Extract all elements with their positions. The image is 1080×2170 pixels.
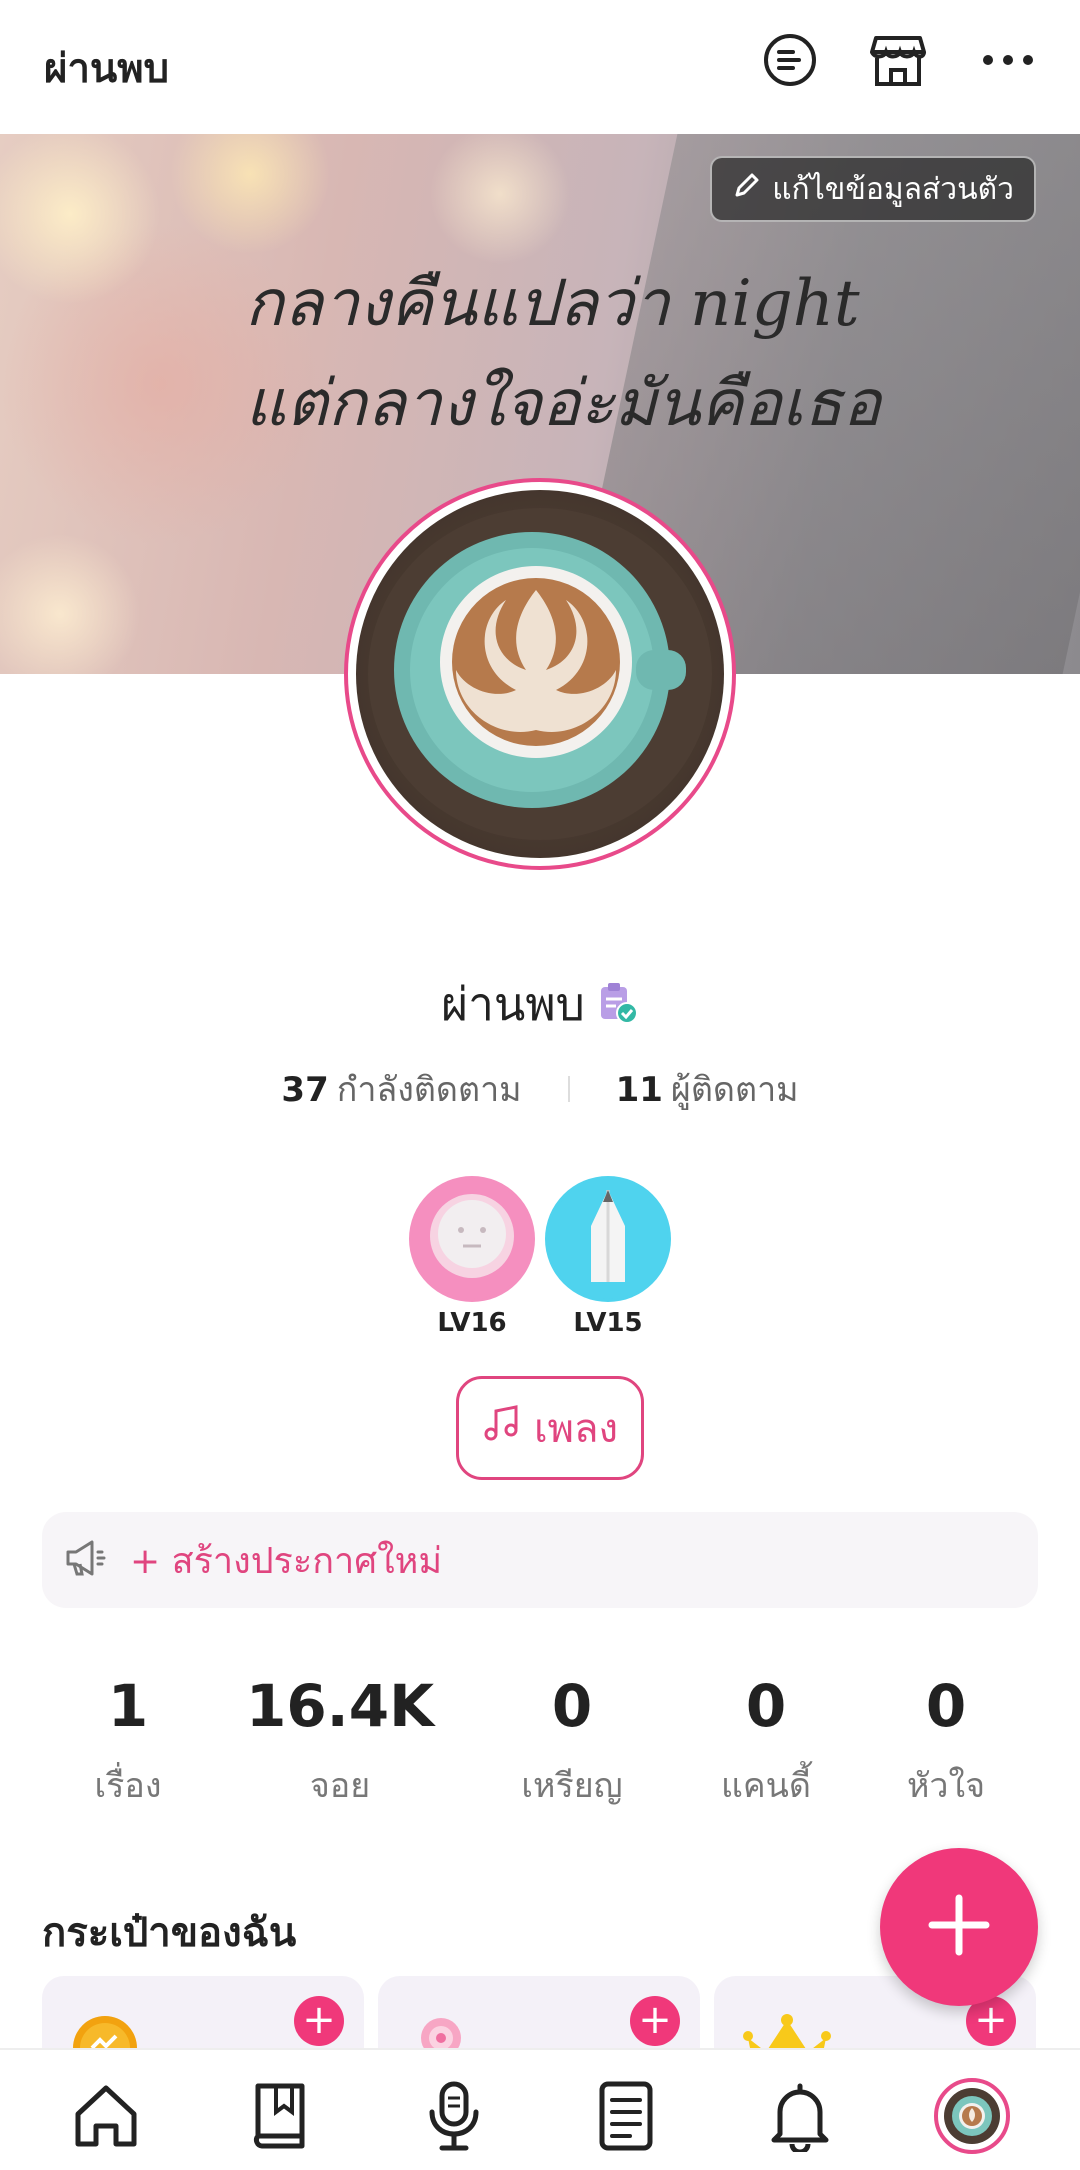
add-candy-button[interactable]: + [630, 1996, 680, 2046]
page-title: ผ่านพบ [44, 46, 169, 92]
follow-divider [567, 1076, 570, 1102]
stat-candy[interactable]: 0 แคนดี้ [666, 1672, 866, 1812]
stat-value: 0 [925, 1672, 967, 1740]
more-icon[interactable] [976, 28, 1040, 92]
followers-label: ผู้ติดตาม [670, 1070, 799, 1110]
cover-quote-line2: แต่กลางใจอ่ะมันคือเธอ [245, 367, 882, 441]
nav-book-icon[interactable] [240, 2076, 320, 2156]
plus-icon [926, 1892, 992, 1962]
stat-label: เหรียญ [521, 1766, 623, 1806]
nav-bell-icon[interactable] [760, 2076, 840, 2156]
stat-coins[interactable]: 0 เหรียญ [472, 1672, 672, 1812]
nav-profile-avatar[interactable] [932, 2076, 1012, 2156]
writer-level: LV15 [573, 1308, 643, 1338]
stat-value: 0 [551, 1672, 593, 1740]
stat-value: 16.4K [245, 1672, 435, 1740]
bottom-navigation [0, 2048, 1080, 2170]
following-link[interactable]: 37 กำลังติดตาม [281, 1062, 521, 1116]
add-coins-button[interactable]: + [294, 1996, 344, 2046]
pencil-badge-icon [545, 1176, 671, 1302]
stat-value: 0 [745, 1672, 787, 1740]
stat-label: แคนดี้ [721, 1766, 811, 1806]
edit-profile-label: แก้ไขข้อมูลส่วนตัว [772, 171, 1014, 207]
nav-document-icon[interactable] [586, 2076, 666, 2156]
create-announcement-label: + สร้างประกาศใหม่ [130, 1540, 443, 1582]
song-button[interactable]: เพลง [456, 1376, 644, 1480]
create-fab-button[interactable] [880, 1848, 1038, 2006]
store-icon[interactable] [866, 28, 930, 92]
cover-quote: กลางคืนแปลว่า night แต่กลางใจอ่ะมันคือเธ… [245, 254, 945, 454]
avatar-image [356, 490, 724, 858]
verified-badge-icon [595, 981, 639, 1029]
following-label: กำลังติดตาม [336, 1070, 522, 1110]
nav-home-icon[interactable] [66, 2076, 146, 2156]
profile-name: ผ่านพบ [441, 977, 585, 1031]
stat-stories[interactable]: 1 เรื่อง [28, 1672, 228, 1812]
megaphone-icon [62, 1536, 106, 1584]
reader-face-icon [409, 1176, 535, 1302]
edit-profile-button[interactable]: แก้ไขข้อมูลส่วนตัว [710, 156, 1036, 222]
stat-label: หัวใจ [906, 1766, 986, 1806]
nav-microphone-icon[interactable] [414, 2076, 494, 2156]
stat-joy[interactable]: 16.4K จอย [240, 1672, 440, 1812]
follow-stats: 37 กำลังติดตาม 11 ผู้ติดตาม [0, 1062, 1080, 1116]
music-note-icon [482, 1403, 522, 1453]
profile-name-row: ผ่านพบ [0, 968, 1080, 1041]
profile-avatar[interactable] [344, 478, 736, 870]
stat-hearts[interactable]: 0 หัวใจ [846, 1672, 1046, 1812]
top-bar: ผ่านพบ [0, 0, 1080, 134]
create-announcement-button[interactable]: + สร้างประกาศใหม่ [42, 1512, 1038, 1608]
level-badges: LV16 LV15 [0, 1176, 1080, 1338]
stat-value: 1 [107, 1672, 149, 1740]
reader-level: LV16 [437, 1308, 507, 1338]
reader-level-badge[interactable]: LV16 [409, 1176, 535, 1338]
wallet-title: กระเป๋าของฉัน [42, 1910, 297, 1956]
profile-stats: 1 เรื่อง 16.4K จอย 0 เหรียญ 0 แคนดี้ 0 ห… [40, 1672, 1040, 1812]
following-count: 37 [281, 1070, 329, 1110]
followers-count: 11 [615, 1070, 663, 1110]
stat-label: เรื่อง [94, 1766, 162, 1806]
writer-level-badge[interactable]: LV15 [545, 1176, 671, 1338]
cover-quote-line1: กลางคืนแปลว่า night [245, 267, 860, 341]
stat-label: จอย [309, 1766, 371, 1806]
chat-list-icon[interactable] [758, 28, 822, 92]
pencil-icon [732, 170, 762, 208]
followers-link[interactable]: 11 ผู้ติดตาม [616, 1062, 799, 1116]
song-label: เพลง [533, 1406, 619, 1452]
